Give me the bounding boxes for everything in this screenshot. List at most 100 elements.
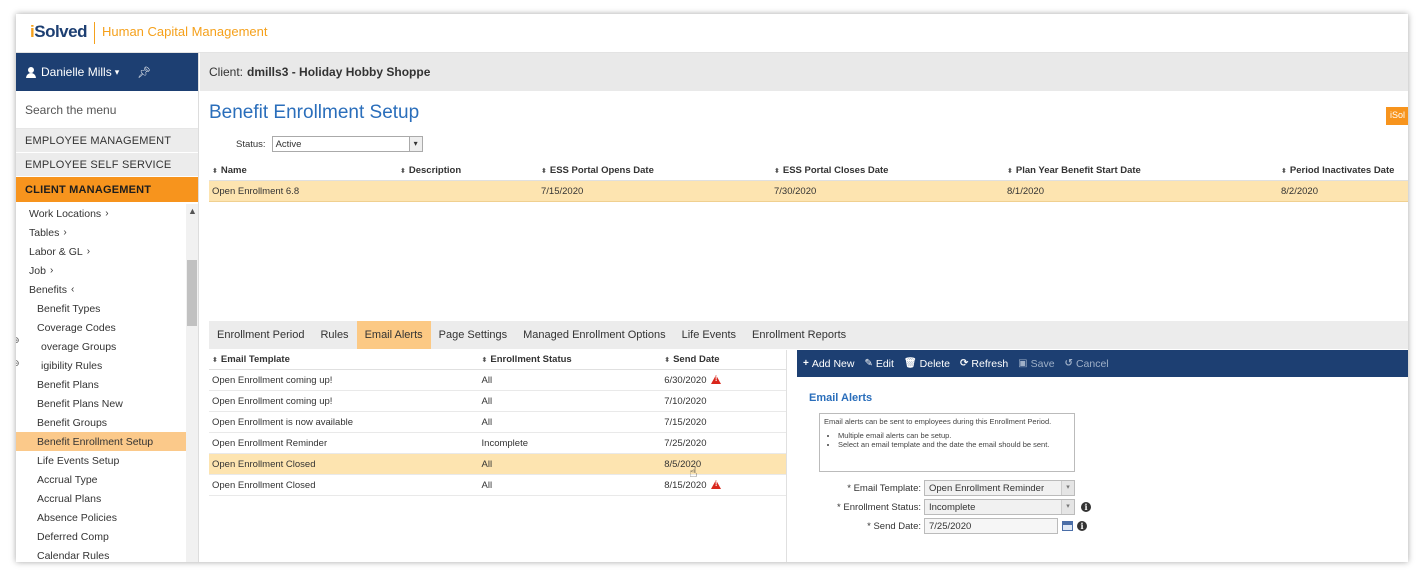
send-date-input[interactable]: 7/25/2020 [924, 518, 1058, 534]
email-alerts-grid: ⬍ Email Template ⬍ Enrollment Status ⬍ Send… [209, 350, 787, 562]
menu-item-label: Labor & GL [29, 245, 83, 258]
table-row[interactable]: Open Enrollment coming up! All 6/30/2020 [209, 370, 786, 391]
status-select[interactable]: Active ▾ [271, 136, 423, 152]
edit-button[interactable]: ✎ Edit [864, 358, 893, 370]
cancel-button[interactable]: ↺ Cancel [1065, 358, 1109, 370]
menu-search-input[interactable]: Search the menu [16, 91, 198, 129]
table-row[interactable]: Open Enrollment is now available All 7/1… [209, 412, 786, 433]
menu-item-labor-gl[interactable]: Labor & GL › [16, 242, 186, 261]
tab-email-alerts[interactable]: Email Alerts [356, 321, 431, 349]
cell-status: All [481, 395, 493, 407]
col-label: ESS Portal Opens Date [549, 164, 654, 176]
section-title: Email Alerts [809, 392, 873, 404]
field-label: * Enrollment Status: [837, 501, 921, 513]
col-header-ess-opens[interactable]: ⬍ ESS Portal Opens Date [538, 165, 771, 176]
menu-item-coverage-codes[interactable]: Coverage Codes [16, 318, 186, 337]
menu-item-label: Job [29, 264, 46, 277]
menu-item-benefit-plans[interactable]: Benefit Plans [16, 375, 186, 394]
menu-item-life-events-setup[interactable]: Life Events Setup [16, 451, 186, 470]
cell-period-inactivates: 8/2/2020 [1281, 185, 1318, 197]
sort-icon: ⬍ [212, 167, 218, 175]
menu-item-job[interactable]: Job › [16, 261, 186, 280]
col-header-enrollment-status[interactable]: ⬍ Enrollment Status [479, 354, 662, 365]
tab-enrollment-period[interactable]: Enrollment Period [209, 321, 312, 349]
scrollbar-thumb[interactable] [187, 260, 197, 326]
chevron-left-icon: ‹ [70, 284, 75, 295]
tab-life-events[interactable]: Life Events [674, 321, 744, 349]
col-header-plan-year-start[interactable]: ⬍ Plan Year Benefit Start Date [1004, 165, 1278, 176]
undo-icon: ↺ [1064, 358, 1073, 369]
chevron-down-icon: ▾ [1061, 500, 1074, 514]
col-header-send-date[interactable]: ⬍ Send Date [661, 354, 786, 365]
menu-item-work-locations[interactable]: Work Locations › [16, 204, 186, 223]
menu-item-benefit-plans-new[interactable]: Benefit Plans New [16, 394, 186, 413]
cell-status: All [481, 458, 493, 470]
email-template-select[interactable]: Open Enrollment Reminder ▾ [924, 480, 1075, 496]
button-label: Add New [811, 357, 855, 370]
calendar-icon[interactable] [1062, 521, 1073, 531]
col-header-description[interactable]: ⬍ Description [397, 165, 538, 176]
col-header-ess-closes[interactable]: ⬍ ESS Portal Closes Date [771, 165, 1004, 176]
menu-item-deferred-comp[interactable]: Deferred Comp [16, 527, 186, 546]
tab-page-settings[interactable]: Page Settings [431, 321, 516, 349]
brand-chip[interactable]: iSol [1386, 107, 1408, 125]
sort-icon: ⬍ [481, 357, 488, 364]
section-employee-management[interactable]: EMPLOYEE MANAGEMENT [16, 129, 198, 153]
zoom-in-icon: ⊕ [16, 335, 20, 346]
table-row[interactable]: Open Enrollment Reminder Incomplete 7/25… [209, 433, 786, 454]
section-client-management[interactable]: CLIENT MANAGEMENT [16, 177, 198, 203]
refresh-button[interactable]: ⟳ Refresh [960, 358, 1008, 370]
cell-template: Open Enrollment Closed [212, 479, 316, 491]
user-menu[interactable]: Danielle Mills ▾ 📌︎ [16, 53, 198, 91]
add-new-button[interactable]: + Add New [803, 358, 854, 370]
page-title: Benefit Enrollment Setup [209, 102, 420, 123]
col-header-period-inactivates[interactable]: ⬍ Period Inactivates Date [1278, 165, 1408, 176]
menu-item-benefit-enrollment-setup[interactable]: Benefit Enrollment Setup [16, 432, 186, 451]
menu-item-accrual-type[interactable]: Accrual Type [16, 470, 186, 489]
info-icon[interactable]: i [1081, 502, 1091, 512]
save-button[interactable]: ▣ Save [1018, 358, 1054, 370]
sort-icon: ⬍ [1281, 167, 1287, 175]
save-icon: ▣ [1018, 358, 1028, 369]
menu-item-coverage-groups[interactable]: ⊕ overage Groups [16, 335, 186, 356]
menu-scrollbar[interactable]: ▲ [186, 204, 198, 562]
enrollment-status-select[interactable]: Incomplete ▾ [924, 499, 1075, 515]
status-filter: Status: Active ▾ [236, 136, 423, 152]
tab-enrollment-reports[interactable]: Enrollment Reports [744, 321, 854, 349]
client-name: dmills3 - Holiday Hobby Shoppe [247, 65, 431, 79]
menu-item-tables[interactable]: Tables › [16, 223, 186, 242]
table-row-selected[interactable]: Open Enrollment Closed All 8/5/2020 [209, 454, 786, 475]
tab-managed-enrollment-options[interactable]: Managed Enrollment Options [515, 321, 673, 349]
chevron-right-icon: › [105, 208, 109, 219]
grid-header: ⬍ Name ⬍ Description ⬍ ESS Portal Opens Dat… [209, 160, 1408, 181]
menu-item-calendar-rules[interactable]: Calendar Rules [16, 546, 186, 562]
scroll-up-icon[interactable]: ▲ [188, 206, 197, 216]
col-header-name[interactable]: ⬍ Name [209, 165, 397, 176]
menu-item-benefits[interactable]: Benefits ‹ [16, 280, 186, 299]
table-row[interactable]: Open Enrollment 6.8 7/15/2020 7/30/2020 … [209, 181, 1408, 202]
warning-icon [711, 480, 722, 490]
table-row[interactable]: Open Enrollment coming up! All 7/10/2020 [209, 391, 786, 412]
tab-rules[interactable]: Rules [312, 321, 356, 349]
menu-item-absence-policies[interactable]: Absence Policies [16, 508, 186, 527]
menu-item-eligibility-rules[interactable]: ⊖ igibility Rules [16, 356, 186, 375]
menu-item-benefit-groups[interactable]: Benefit Groups [16, 413, 186, 432]
info-icon[interactable]: i [1077, 521, 1087, 531]
menu-item-benefit-types[interactable]: Benefit Types [16, 299, 186, 318]
status-value: Active [275, 138, 302, 150]
menu-item-label: overage Groups [41, 340, 117, 353]
section-employee-self-service[interactable]: EMPLOYEE SELF SERVICE [16, 153, 198, 177]
pin-icon[interactable]: 📌︎ [137, 66, 151, 79]
field-label: * Email Template: [847, 482, 921, 494]
col-header-email-template[interactable]: ⬍ Email Template [209, 354, 479, 365]
menu-item-accrual-plans[interactable]: Accrual Plans [16, 489, 186, 508]
field-value: Open Enrollment Reminder [929, 482, 1045, 494]
col-label: Enrollment Status [490, 354, 572, 365]
delete-button[interactable]: 🗑︎ Delete [904, 358, 950, 370]
user-name: Danielle Mills [41, 65, 112, 79]
button-label: Delete [919, 357, 950, 370]
col-label: Plan Year Benefit Start Date [1015, 164, 1141, 176]
isolved-logo[interactable]: iSolved [30, 22, 87, 42]
enrollment-period-grid: ⬍ Name ⬍ Description ⬍ ESS Portal Opens Dat… [209, 160, 1408, 202]
table-row[interactable]: Open Enrollment Closed All 8/15/2020 [209, 475, 786, 496]
